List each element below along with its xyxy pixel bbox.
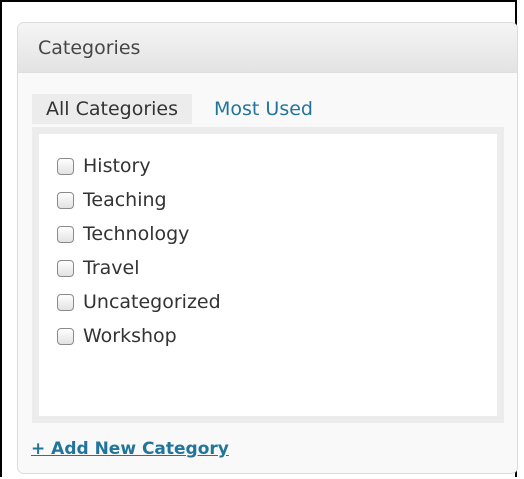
category-checkbox-history[interactable] [57,157,74,175]
category-list-scroll-area[interactable]: History Teaching Technology Travel Uncat… [39,134,497,416]
category-label[interactable]: Travel [83,257,139,279]
category-checkbox-uncategorized[interactable] [57,293,74,311]
list-item: Teaching [57,183,497,217]
list-item: Workshop [57,319,497,353]
list-item: Uncategorized [57,285,497,319]
metabox-header[interactable]: Categories [18,23,517,73]
category-checkbox-workshop[interactable] [57,327,74,345]
category-label[interactable]: Technology [83,223,189,245]
tab-all-categories[interactable]: All Categories [32,94,193,124]
categories-metabox: Categories All Categories Most Used Hist… [17,22,518,474]
list-item: Technology [57,217,497,251]
category-checkbox-travel[interactable] [57,259,74,277]
category-label[interactable]: Teaching [83,189,167,211]
list-item: History [57,149,497,183]
category-label[interactable]: History [83,155,151,177]
category-checklist: History Teaching Technology Travel Uncat… [57,149,497,353]
category-label[interactable]: Uncategorized [83,291,221,313]
category-checkbox-technology[interactable] [57,225,74,243]
tab-most-used[interactable]: Most Used [192,94,327,124]
category-checkbox-teaching[interactable] [57,191,74,209]
add-new-category-link[interactable]: + Add New Category [31,439,229,459]
category-list-panel: History Teaching Technology Travel Uncat… [32,127,504,423]
screenshot-frame: Categories All Categories Most Used Hist… [0,0,518,477]
category-label[interactable]: Workshop [83,325,177,347]
list-item: Travel [57,251,497,285]
metabox-title: Categories [38,36,141,59]
category-tabs: All Categories Most Used [32,94,327,124]
